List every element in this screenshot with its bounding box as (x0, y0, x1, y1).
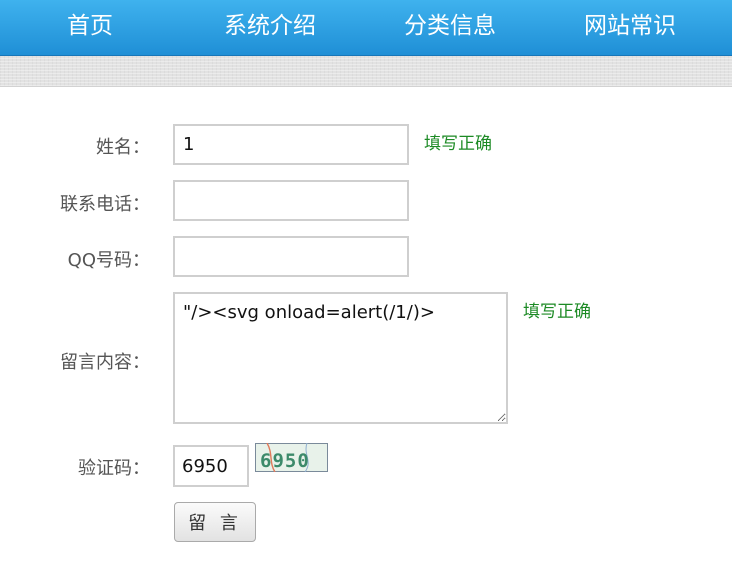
qq-label: QQ号码： (67, 250, 150, 271)
submit-message-button[interactable]: 留 言 (174, 502, 256, 542)
message-textarea[interactable]: "/><svg onload=alert(/1/)> (173, 292, 508, 424)
phone-label: 联系电话： (60, 194, 150, 215)
decorative-banner-strip (0, 56, 732, 87)
qq-input[interactable] (173, 236, 409, 277)
captcha-input[interactable] (173, 445, 249, 487)
name-label: 姓名： (96, 137, 150, 158)
message-label: 留言内容： (60, 352, 150, 373)
nav-item-system-intro[interactable]: 系统介绍 (180, 0, 360, 55)
captcha-image[interactable]: 6950 (255, 443, 328, 472)
captcha-label: 验证码： (78, 458, 150, 479)
nav-item-category-info[interactable]: 分类信息 (360, 0, 540, 55)
name-input[interactable] (173, 124, 409, 165)
nav-item-home[interactable]: 首页 (0, 0, 180, 55)
name-status: 填写正确 (424, 134, 492, 154)
nav-item-site-knowledge[interactable]: 网站常识 (540, 0, 720, 55)
captcha-text: 6950 (260, 450, 310, 472)
phone-input[interactable] (173, 180, 409, 221)
top-navigation: 首页 系统介绍 分类信息 网站常识 (0, 0, 732, 56)
message-status: 填写正确 (523, 302, 591, 322)
